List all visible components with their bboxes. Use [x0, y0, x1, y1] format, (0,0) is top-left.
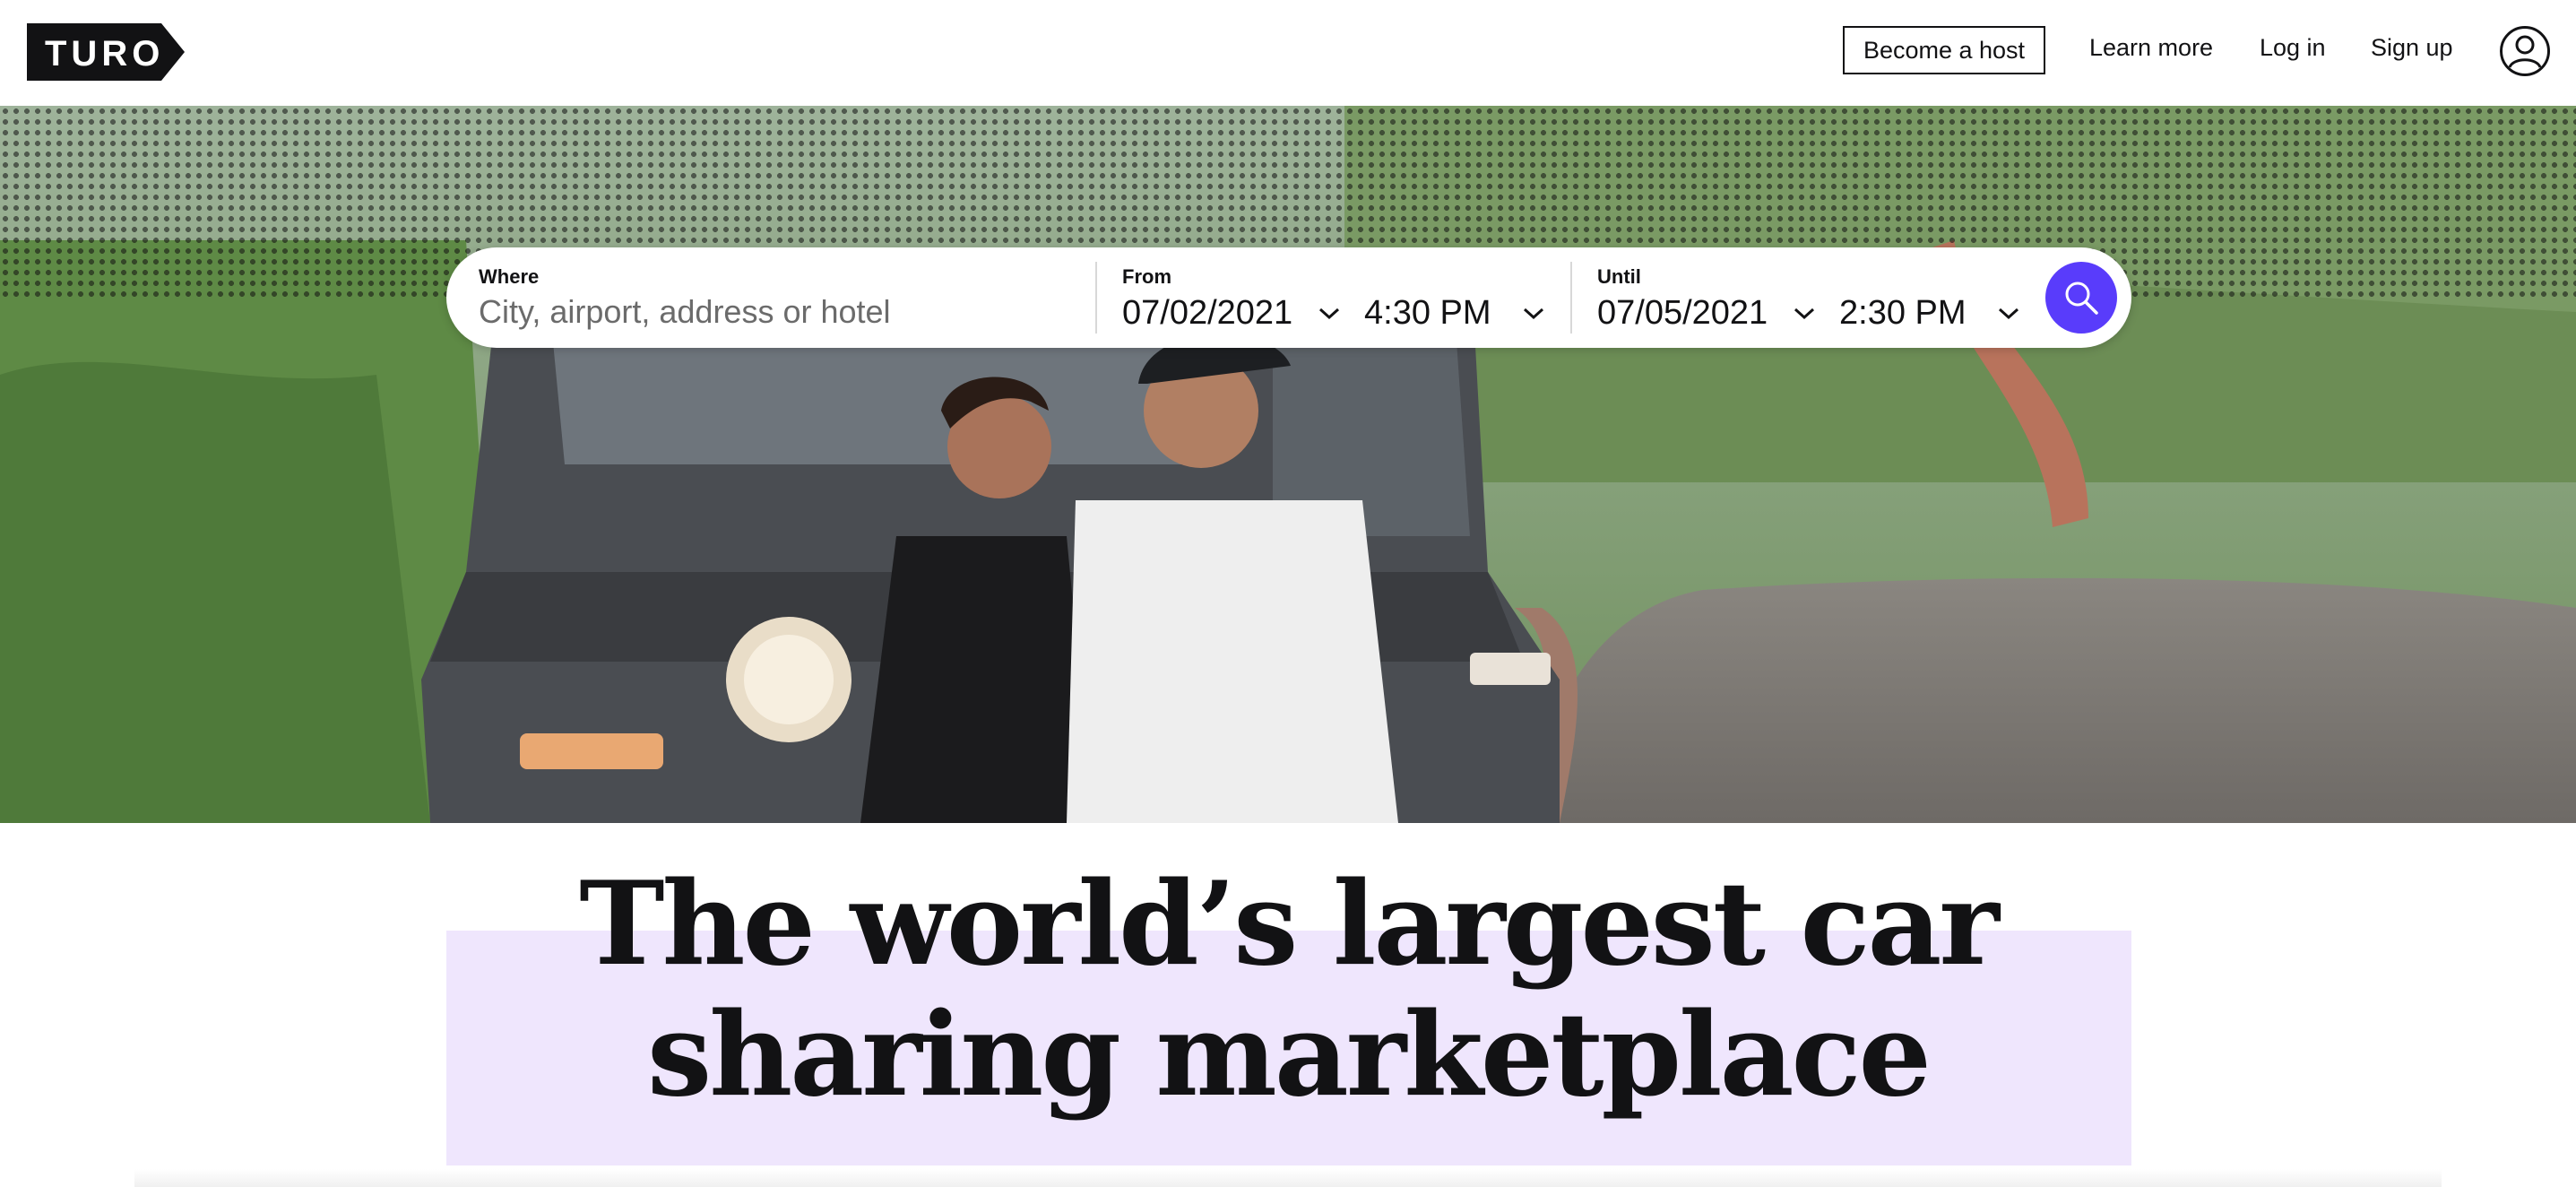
content-card-edge: [134, 1169, 2442, 1187]
from-label: From: [1122, 265, 1171, 288]
from-time-select[interactable]: 4:30 PM: [1364, 294, 1491, 333]
logo-text: TURO: [45, 34, 165, 74]
divider: [1570, 262, 1572, 334]
chevron-down-icon[interactable]: [1793, 307, 1816, 321]
user-circle-icon[interactable]: [2499, 25, 2551, 77]
until-date-select[interactable]: 07/05/2021: [1597, 294, 1768, 333]
become-a-host-button[interactable]: Become a host: [1843, 26, 2045, 74]
search-bar: Where From 07/02/2021 4:30 PM Until 07/0…: [446, 247, 2131, 348]
sign-up-link[interactable]: Sign up: [2371, 34, 2453, 62]
search-icon: [2065, 282, 2098, 315]
where-label: Where: [479, 265, 540, 288]
headline-line-1: The world’s largest car: [579, 857, 2000, 992]
log-in-link[interactable]: Log in: [2260, 34, 2326, 62]
where-input[interactable]: [479, 292, 1052, 332]
divider: [1095, 262, 1097, 334]
from-date-select[interactable]: 07/02/2021: [1122, 294, 1292, 333]
headline-line-2: sharing marketplace: [647, 988, 1932, 1122]
page-headline: The world’s largest car sharing marketpl…: [0, 859, 2576, 1121]
chevron-down-icon[interactable]: [1318, 307, 1341, 321]
chevron-down-icon[interactable]: [1522, 307, 1545, 321]
site-header: TURO Become a host Learn more Log in Sig…: [0, 0, 2576, 106]
chevron-down-icon[interactable]: [1997, 307, 2020, 321]
hero-image: Where From 07/02/2021 4:30 PM Until 07/0…: [0, 106, 2576, 823]
learn-more-link[interactable]: Learn more: [2089, 34, 2213, 62]
turo-logo[interactable]: TURO: [27, 23, 185, 81]
until-time-select[interactable]: 2:30 PM: [1839, 294, 1967, 333]
headline-section: The world’s largest car sharing marketpl…: [0, 823, 2576, 1187]
search-button[interactable]: [2045, 262, 2117, 334]
until-label: Until: [1597, 265, 1641, 288]
